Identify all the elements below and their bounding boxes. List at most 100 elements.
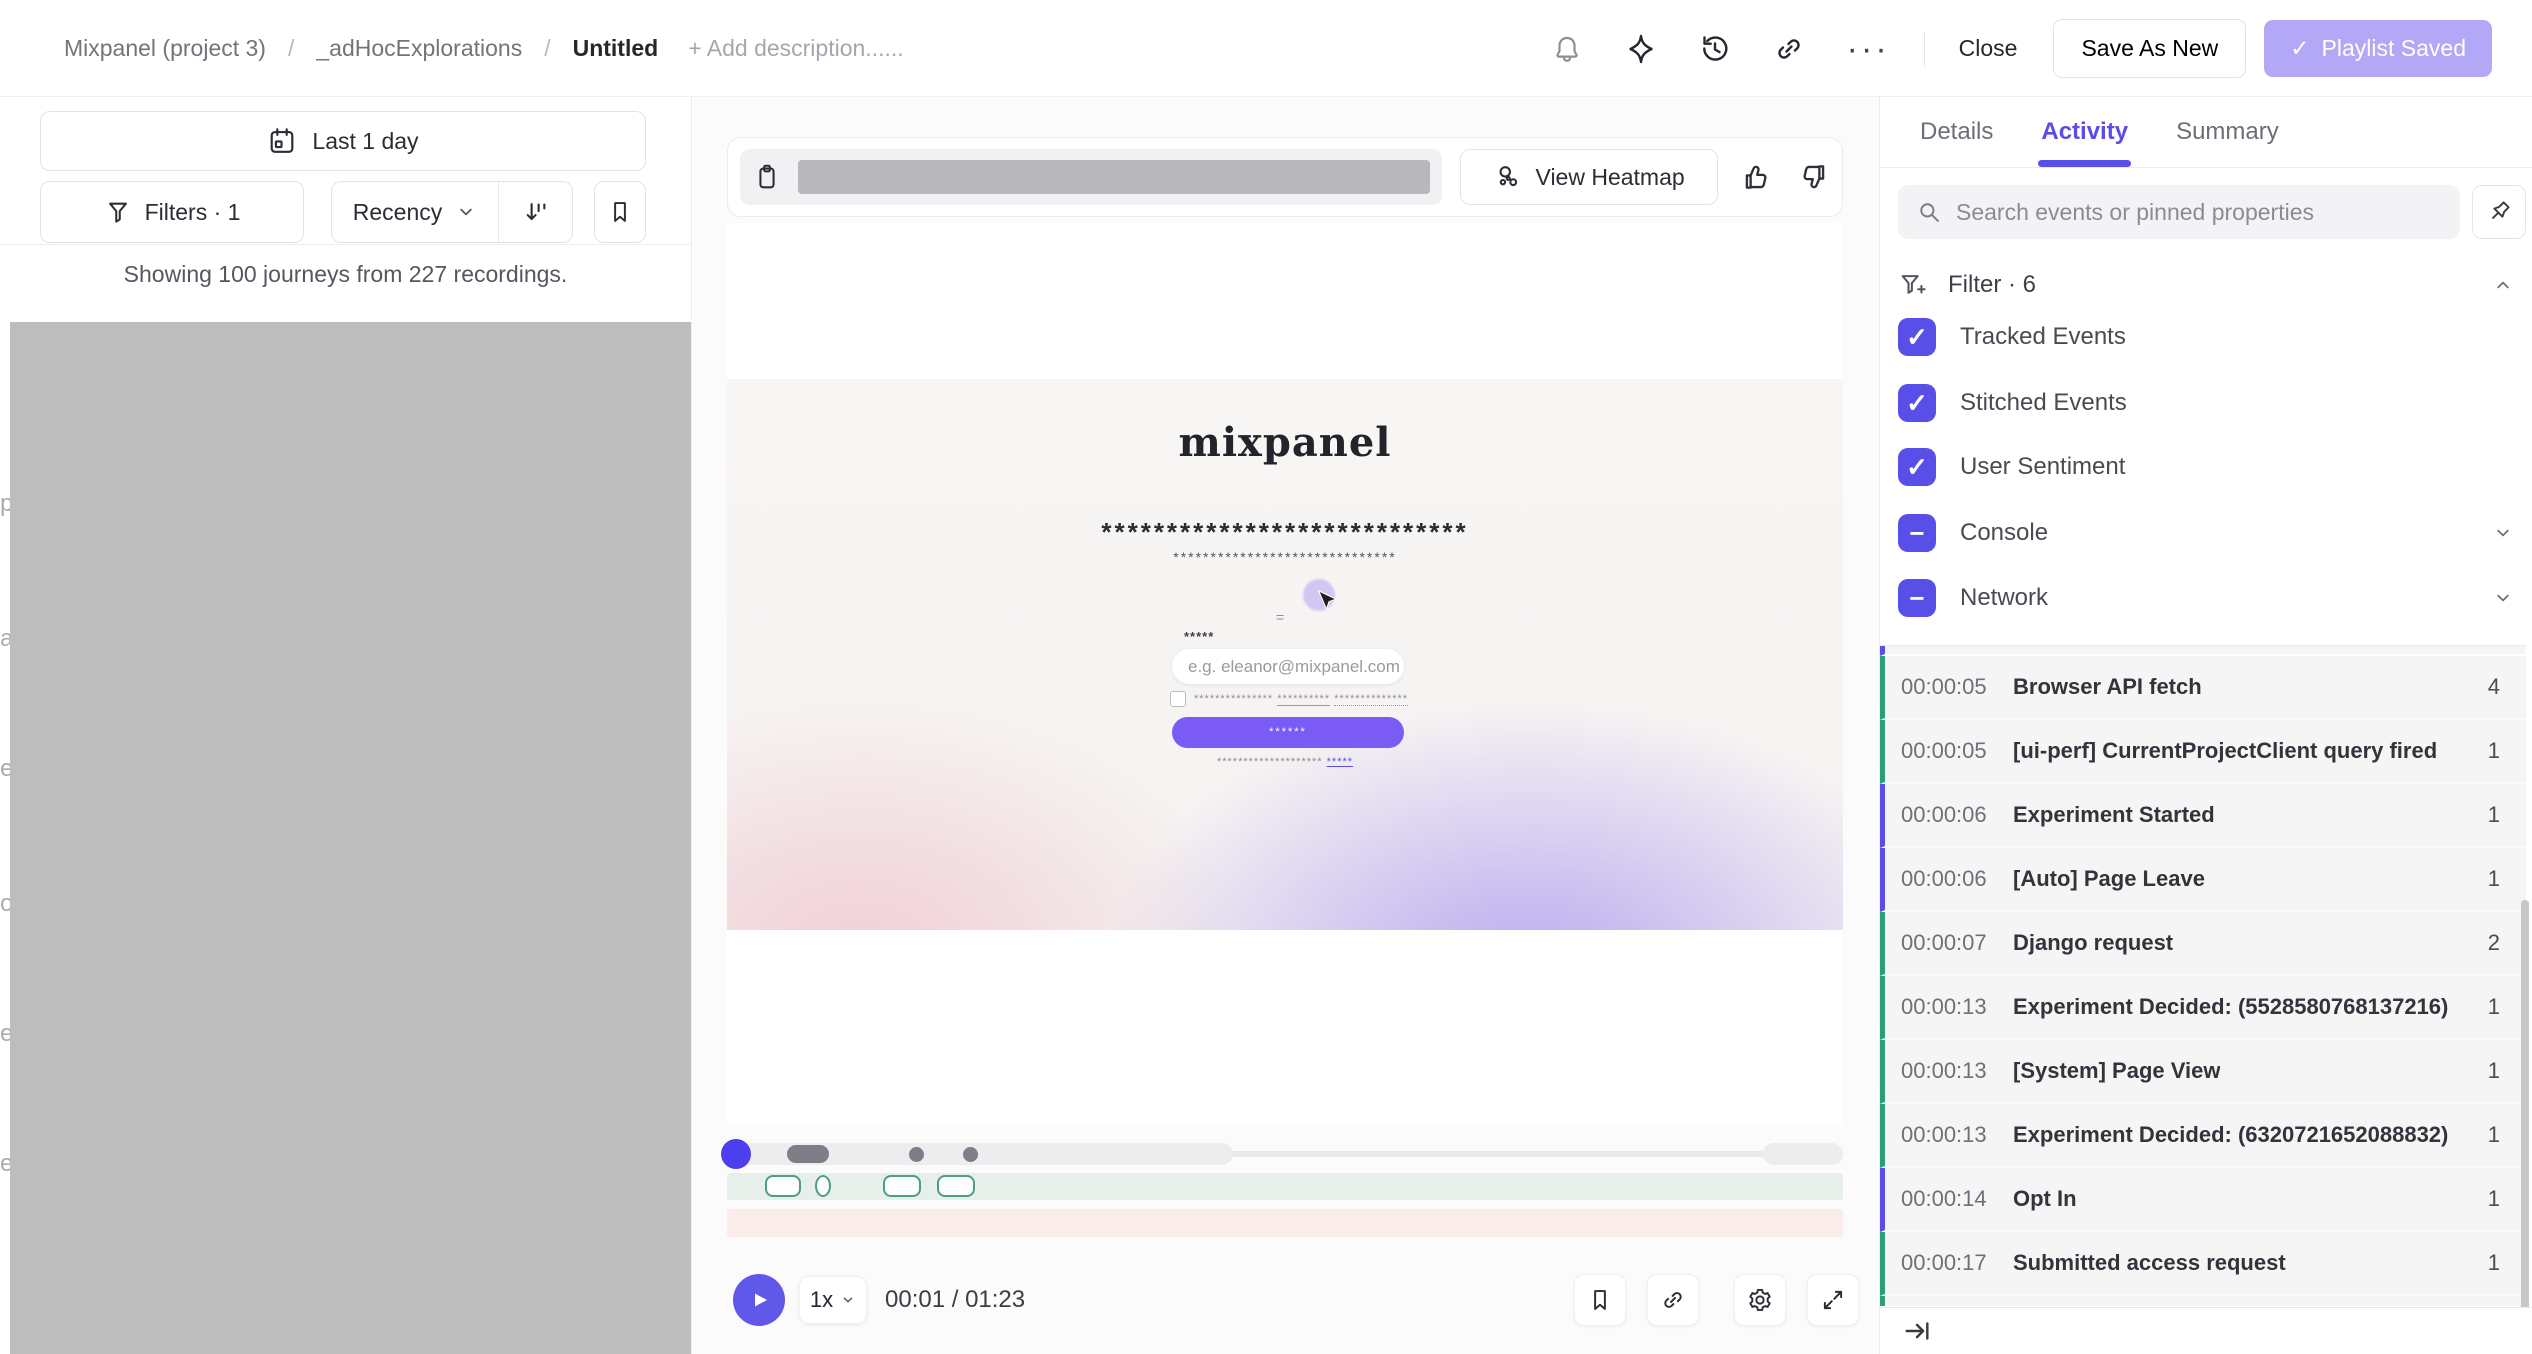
playlist-saved-button[interactable]: ✓ Playlist Saved bbox=[2264, 20, 2492, 77]
event-row-partial bbox=[1880, 1296, 2526, 1306]
chevron-down-icon[interactable] bbox=[2492, 522, 2514, 544]
event-row[interactable]: 00:00:13 Experiment Decided: (6320721652… bbox=[1880, 1104, 2526, 1168]
event-row[interactable]: 00:00:06 Experiment Started 1 bbox=[1880, 784, 2526, 848]
timeline-event-cluster bbox=[963, 1147, 978, 1162]
breadcrumb-report-title[interactable]: Untitled bbox=[573, 35, 659, 62]
replay-checkbox[interactable] bbox=[1170, 691, 1186, 707]
hidden-list-text: e bbox=[0, 755, 10, 783]
checkbox-indeterminate[interactable]: − bbox=[1898, 514, 1936, 552]
filter-plus-icon bbox=[1898, 270, 1928, 300]
timeline-scrubber[interactable] bbox=[727, 1139, 1843, 1169]
redacted-heading: **************************** bbox=[727, 517, 1843, 548]
tab-details[interactable]: Details bbox=[1920, 97, 1993, 167]
tab-summary[interactable]: Summary bbox=[2176, 97, 2279, 167]
search-placeholder: Search events or pinned properties bbox=[1956, 199, 2314, 226]
checkbox-checked[interactable]: ✓ bbox=[1898, 384, 1936, 422]
add-description-button[interactable]: + Add description...... bbox=[688, 35, 903, 62]
event-name: Django request bbox=[2013, 930, 2173, 956]
timeline-event-cluster bbox=[787, 1145, 829, 1163]
notifications-bell-icon[interactable] bbox=[1551, 33, 1583, 65]
sort-direction-button[interactable] bbox=[498, 182, 572, 242]
chevron-down-icon[interactable] bbox=[2492, 587, 2514, 609]
hidden-list-text: o bbox=[0, 890, 10, 918]
breadcrumb-board[interactable]: _adHocExplorations bbox=[316, 35, 522, 62]
save-as-new-button[interactable]: Save As New bbox=[2053, 19, 2246, 78]
thumbs-up-icon[interactable] bbox=[1740, 160, 1774, 194]
replay-link[interactable]: ***** bbox=[1327, 756, 1353, 768]
redacted-subheading: ****************************** bbox=[727, 549, 1843, 565]
filter-row-network: − Network bbox=[1898, 578, 2514, 618]
event-time: 00:00:13 bbox=[1901, 1058, 2003, 1084]
timeline-event-marker[interactable] bbox=[883, 1175, 921, 1197]
panel-tabs: Details Activity Summary bbox=[1880, 97, 2532, 168]
event-list-scrollbar[interactable] bbox=[2521, 900, 2529, 1310]
replay-mixpanel-logo: mixpanel bbox=[727, 419, 1843, 466]
timeline-event-marker[interactable] bbox=[765, 1175, 801, 1197]
event-time: 00:00:07 bbox=[1901, 930, 2003, 956]
chevron-up-icon[interactable] bbox=[2492, 274, 2514, 296]
more-options-icon[interactable]: ··· bbox=[1847, 39, 1890, 59]
play-button[interactable] bbox=[733, 1274, 785, 1326]
pinned-properties-button[interactable] bbox=[2472, 185, 2526, 239]
event-time: 00:00:13 bbox=[1901, 994, 2003, 1020]
event-row[interactable]: 00:00:05 Browser API fetch 4 bbox=[1880, 656, 2526, 720]
event-name: [ui-perf] CurrentProjectClient query fir… bbox=[2013, 738, 2437, 764]
replay-viewport: mixpanel **************************** **… bbox=[727, 223, 1843, 1125]
close-button[interactable]: Close bbox=[1959, 35, 2018, 62]
event-row[interactable]: 00:00:13 Experiment Decided: (5528580768… bbox=[1880, 976, 2526, 1040]
filter-row-user-sentiment: ✓ User Sentiment bbox=[1898, 447, 2514, 487]
share-link-button[interactable] bbox=[1647, 1274, 1699, 1326]
event-row[interactable]: 00:00:13 [System] Page View 1 bbox=[1880, 1040, 2526, 1104]
replay-email-input[interactable]: e.g. eleanor@mixpanel.com bbox=[1172, 649, 1404, 684]
tab-activity[interactable]: Activity bbox=[2041, 97, 2128, 167]
view-heatmap-button[interactable]: View Heatmap bbox=[1460, 149, 1718, 205]
breadcrumb-project[interactable]: Mixpanel (project 3) bbox=[64, 35, 266, 62]
date-range-button[interactable]: Last 1 day bbox=[40, 111, 646, 171]
event-count: 1 bbox=[2488, 866, 2500, 892]
thumbs-down-icon[interactable] bbox=[1796, 160, 1830, 194]
redacted-field-label: ***** bbox=[1184, 629, 1214, 644]
replay-url-pill[interactable] bbox=[740, 149, 1442, 205]
event-row-partial bbox=[1880, 646, 2526, 656]
skip-to-end-icon[interactable] bbox=[1902, 1316, 1932, 1346]
timeline-event-marker[interactable] bbox=[937, 1175, 975, 1197]
playback-speed-dropdown[interactable]: 1x bbox=[799, 1276, 867, 1324]
event-count: 1 bbox=[2488, 1122, 2500, 1148]
replay-player-area: View Heatmap mixpanel ******************… bbox=[693, 97, 1879, 1354]
ai-sparkle-icon[interactable] bbox=[1625, 33, 1657, 65]
link-icon bbox=[1660, 1287, 1686, 1313]
checkbox-checked[interactable]: ✓ bbox=[1898, 448, 1936, 486]
search-icon bbox=[1916, 199, 1942, 225]
copy-link-icon[interactable] bbox=[1773, 33, 1805, 65]
event-name: Opt In bbox=[2013, 1186, 2077, 1212]
event-row[interactable]: 00:00:06 [Auto] Page Leave 1 bbox=[1880, 848, 2526, 912]
events-search-input[interactable]: Search events or pinned properties bbox=[1898, 185, 2460, 239]
event-row[interactable]: 00:00:14 Opt In 1 bbox=[1880, 1168, 2526, 1232]
replay-submit-button[interactable]: ****** bbox=[1172, 717, 1404, 748]
header-divider bbox=[1924, 31, 1925, 67]
player-settings-button[interactable] bbox=[1734, 1274, 1786, 1326]
timeline-event-marker[interactable] bbox=[815, 1175, 831, 1197]
timeline-success-lane bbox=[727, 1173, 1843, 1200]
checkbox-indeterminate[interactable]: − bbox=[1898, 579, 1936, 617]
saved-filters-bookmark-button[interactable] bbox=[594, 181, 646, 243]
event-row[interactable]: 00:00:05 [ui-perf] CurrentProjectClient … bbox=[1880, 720, 2526, 784]
sort-order-dropdown[interactable]: Recency bbox=[332, 182, 498, 242]
heatmap-icon bbox=[1494, 162, 1524, 192]
timeline-playhead[interactable] bbox=[721, 1139, 751, 1169]
timeline-error-lane bbox=[727, 1209, 1843, 1237]
hidden-list-text: e bbox=[0, 1020, 10, 1048]
journeys-summary-text: Showing 100 journeys from 227 recordings… bbox=[0, 261, 691, 288]
filter-section-header[interactable]: Filter · 6 bbox=[1898, 263, 2514, 307]
filters-button[interactable]: Filters · 1 bbox=[40, 181, 304, 243]
panel-footer bbox=[1880, 1307, 2532, 1354]
bookmark-replay-button[interactable] bbox=[1574, 1274, 1626, 1326]
sort-descending-icon bbox=[522, 198, 550, 226]
history-icon[interactable] bbox=[1699, 33, 1731, 65]
event-row[interactable]: 00:00:07 Django request 2 bbox=[1880, 912, 2526, 976]
fullscreen-button[interactable] bbox=[1807, 1274, 1859, 1326]
event-row[interactable]: 00:00:17 Submitted access request 1 bbox=[1880, 1232, 2526, 1296]
timeline-activity-segment bbox=[1763, 1143, 1843, 1165]
checkbox-checked[interactable]: ✓ bbox=[1898, 318, 1936, 356]
event-time: 00:00:17 bbox=[1901, 1250, 2003, 1276]
